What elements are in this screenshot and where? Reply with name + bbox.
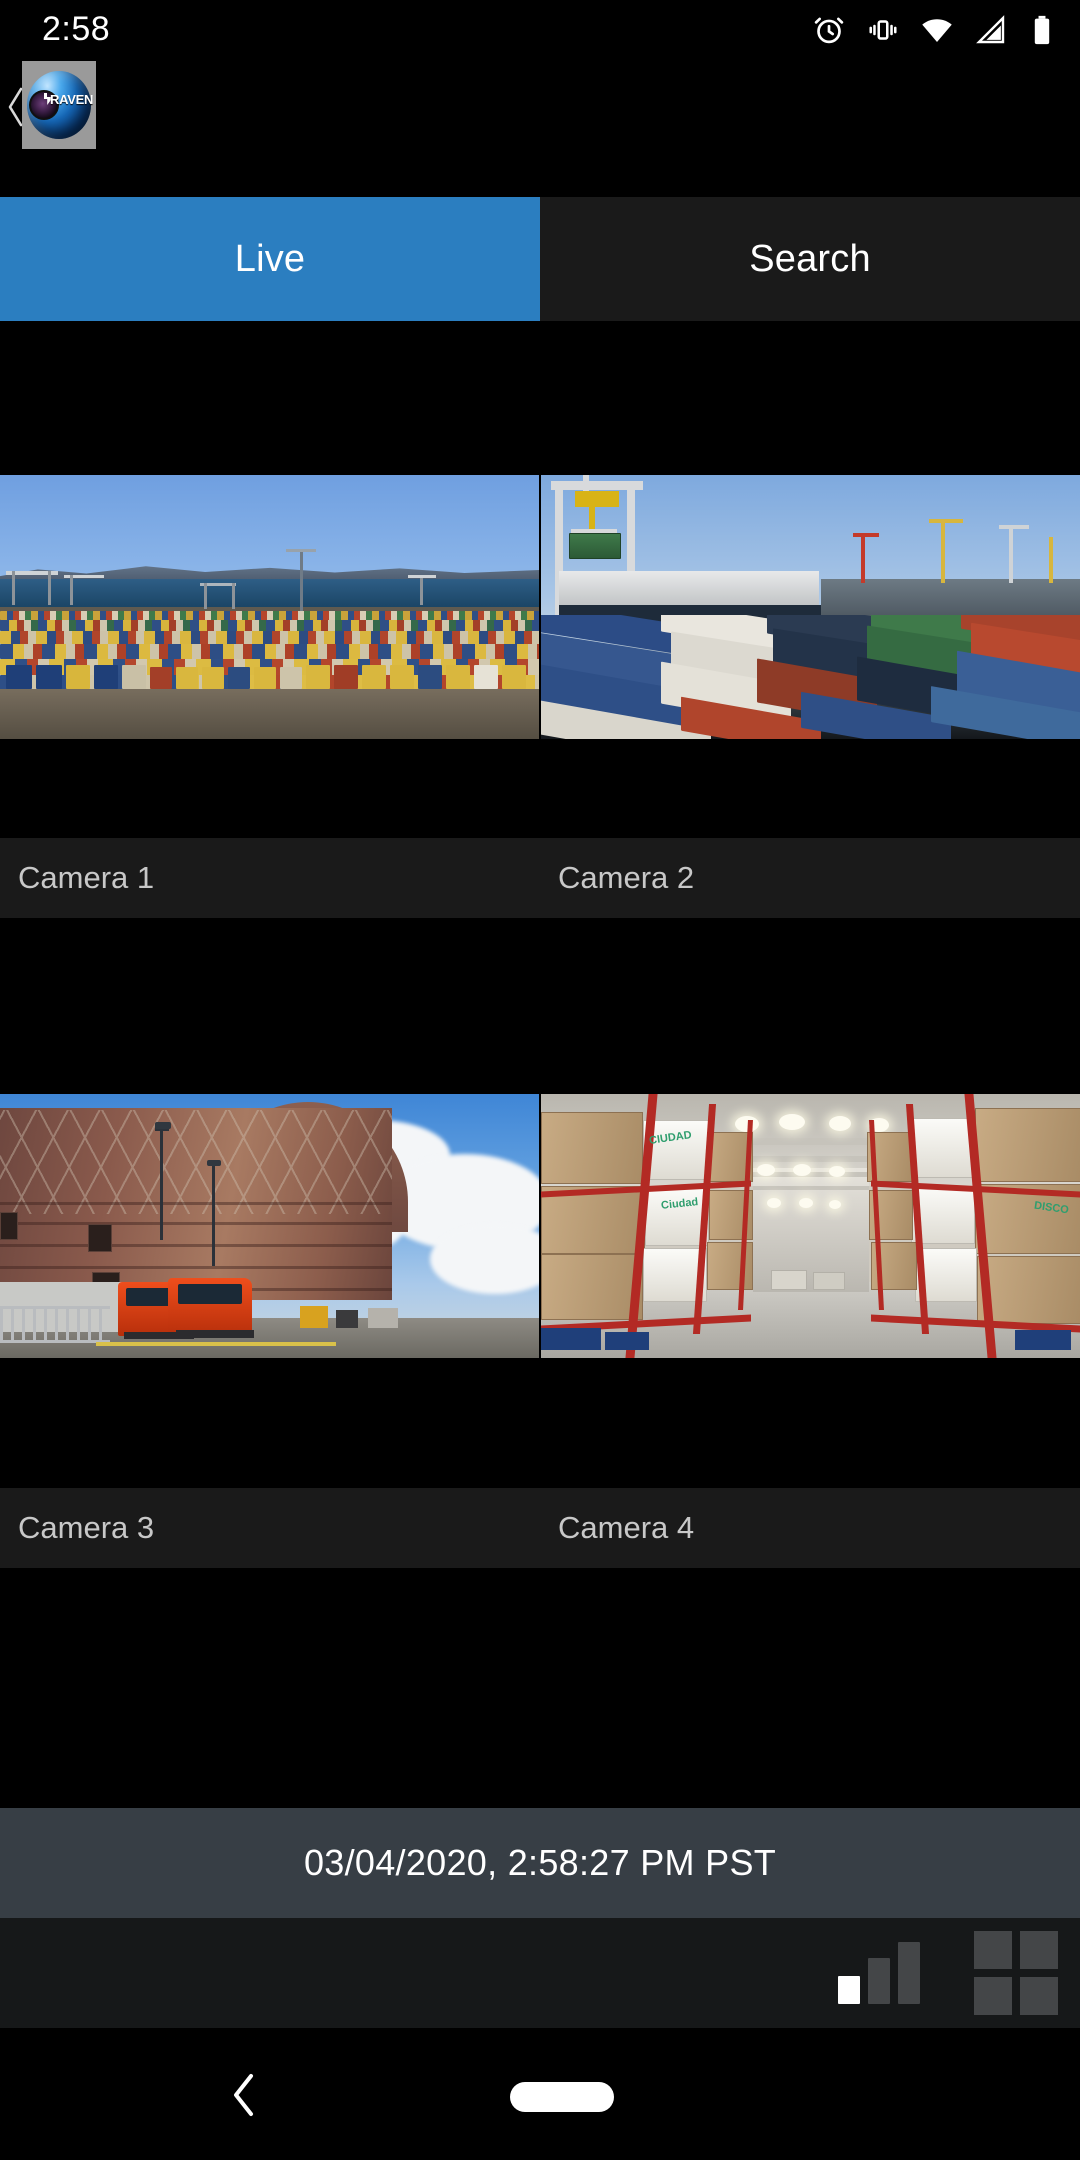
wifi-icon	[922, 19, 952, 43]
status-bar: 2:58	[0, 0, 1080, 58]
alarm-icon	[814, 17, 844, 44]
battery-icon	[1034, 15, 1050, 45]
camera-cell-3[interactable]	[0, 918, 539, 1488]
camera-cell-1[interactable]	[0, 321, 539, 838]
container-yard	[541, 615, 1080, 739]
app-screen: 2:58 RAVEN Live Search Camera 1 Camera 2…	[0, 0, 1080, 2160]
camera-label-row: Camera 1 Camera 2	[0, 838, 1080, 918]
status-bar-clock: 2:58	[42, 10, 111, 48]
tab-search[interactable]: Search	[540, 197, 1080, 321]
camera-grid: Camera 1 Camera 2 CIUDAD Ciudad DISCO Ca…	[0, 321, 1080, 1808]
camera-feed-3[interactable]	[0, 1094, 539, 1358]
camera-grid-row: Camera 1 Camera 2	[0, 321, 1080, 918]
logo-wordmark: RAVEN IP	[50, 92, 96, 107]
grid-layout-2x2-icon[interactable]	[974, 1931, 1058, 2015]
timestamp-bar: 03/04/2020, 2:58:27 PM PST	[0, 1808, 1080, 1918]
app-logo-badge[interactable]: RAVEN IP	[22, 61, 96, 149]
home-pill-icon[interactable]	[510, 2082, 614, 2112]
camera-feed-1[interactable]	[0, 475, 539, 739]
back-icon[interactable]	[226, 2072, 262, 2118]
camera-label-3: Camera 3	[18, 1510, 155, 1545]
camera-cell-4[interactable]: CIUDAD Ciudad DISCO	[539, 918, 1080, 1488]
signal-quality-bars-icon[interactable]	[838, 1942, 920, 2004]
toolbar-icons	[838, 1918, 1058, 2028]
container-yard	[0, 611, 539, 689]
cellular-signal-icon	[976, 15, 1005, 44]
app-logo-area[interactable]: RAVEN IP	[0, 60, 140, 152]
camera-label-4: Camera 4	[558, 1510, 695, 1545]
camera-label-2: Camera 2	[558, 860, 695, 895]
bottom-toolbar	[0, 1918, 1080, 2028]
tab-live[interactable]: Live	[0, 197, 540, 321]
camera-cell-2[interactable]	[539, 321, 1080, 838]
android-navigation-bar	[0, 2028, 1080, 2160]
camera-feed-2[interactable]	[541, 475, 1080, 739]
camera-label-1: Camera 1	[18, 860, 155, 895]
status-bar-icons	[812, 10, 1056, 50]
camera-feed-4[interactable]: CIUDAD Ciudad DISCO	[541, 1094, 1080, 1358]
tab-bar: Live Search	[0, 197, 1080, 321]
camera-grid-row: CIUDAD Ciudad DISCO Camera 3 Camera 4	[0, 918, 1080, 1568]
camera-label-row: Camera 3 Camera 4	[0, 1488, 1080, 1568]
vibrate-icon	[869, 20, 897, 40]
